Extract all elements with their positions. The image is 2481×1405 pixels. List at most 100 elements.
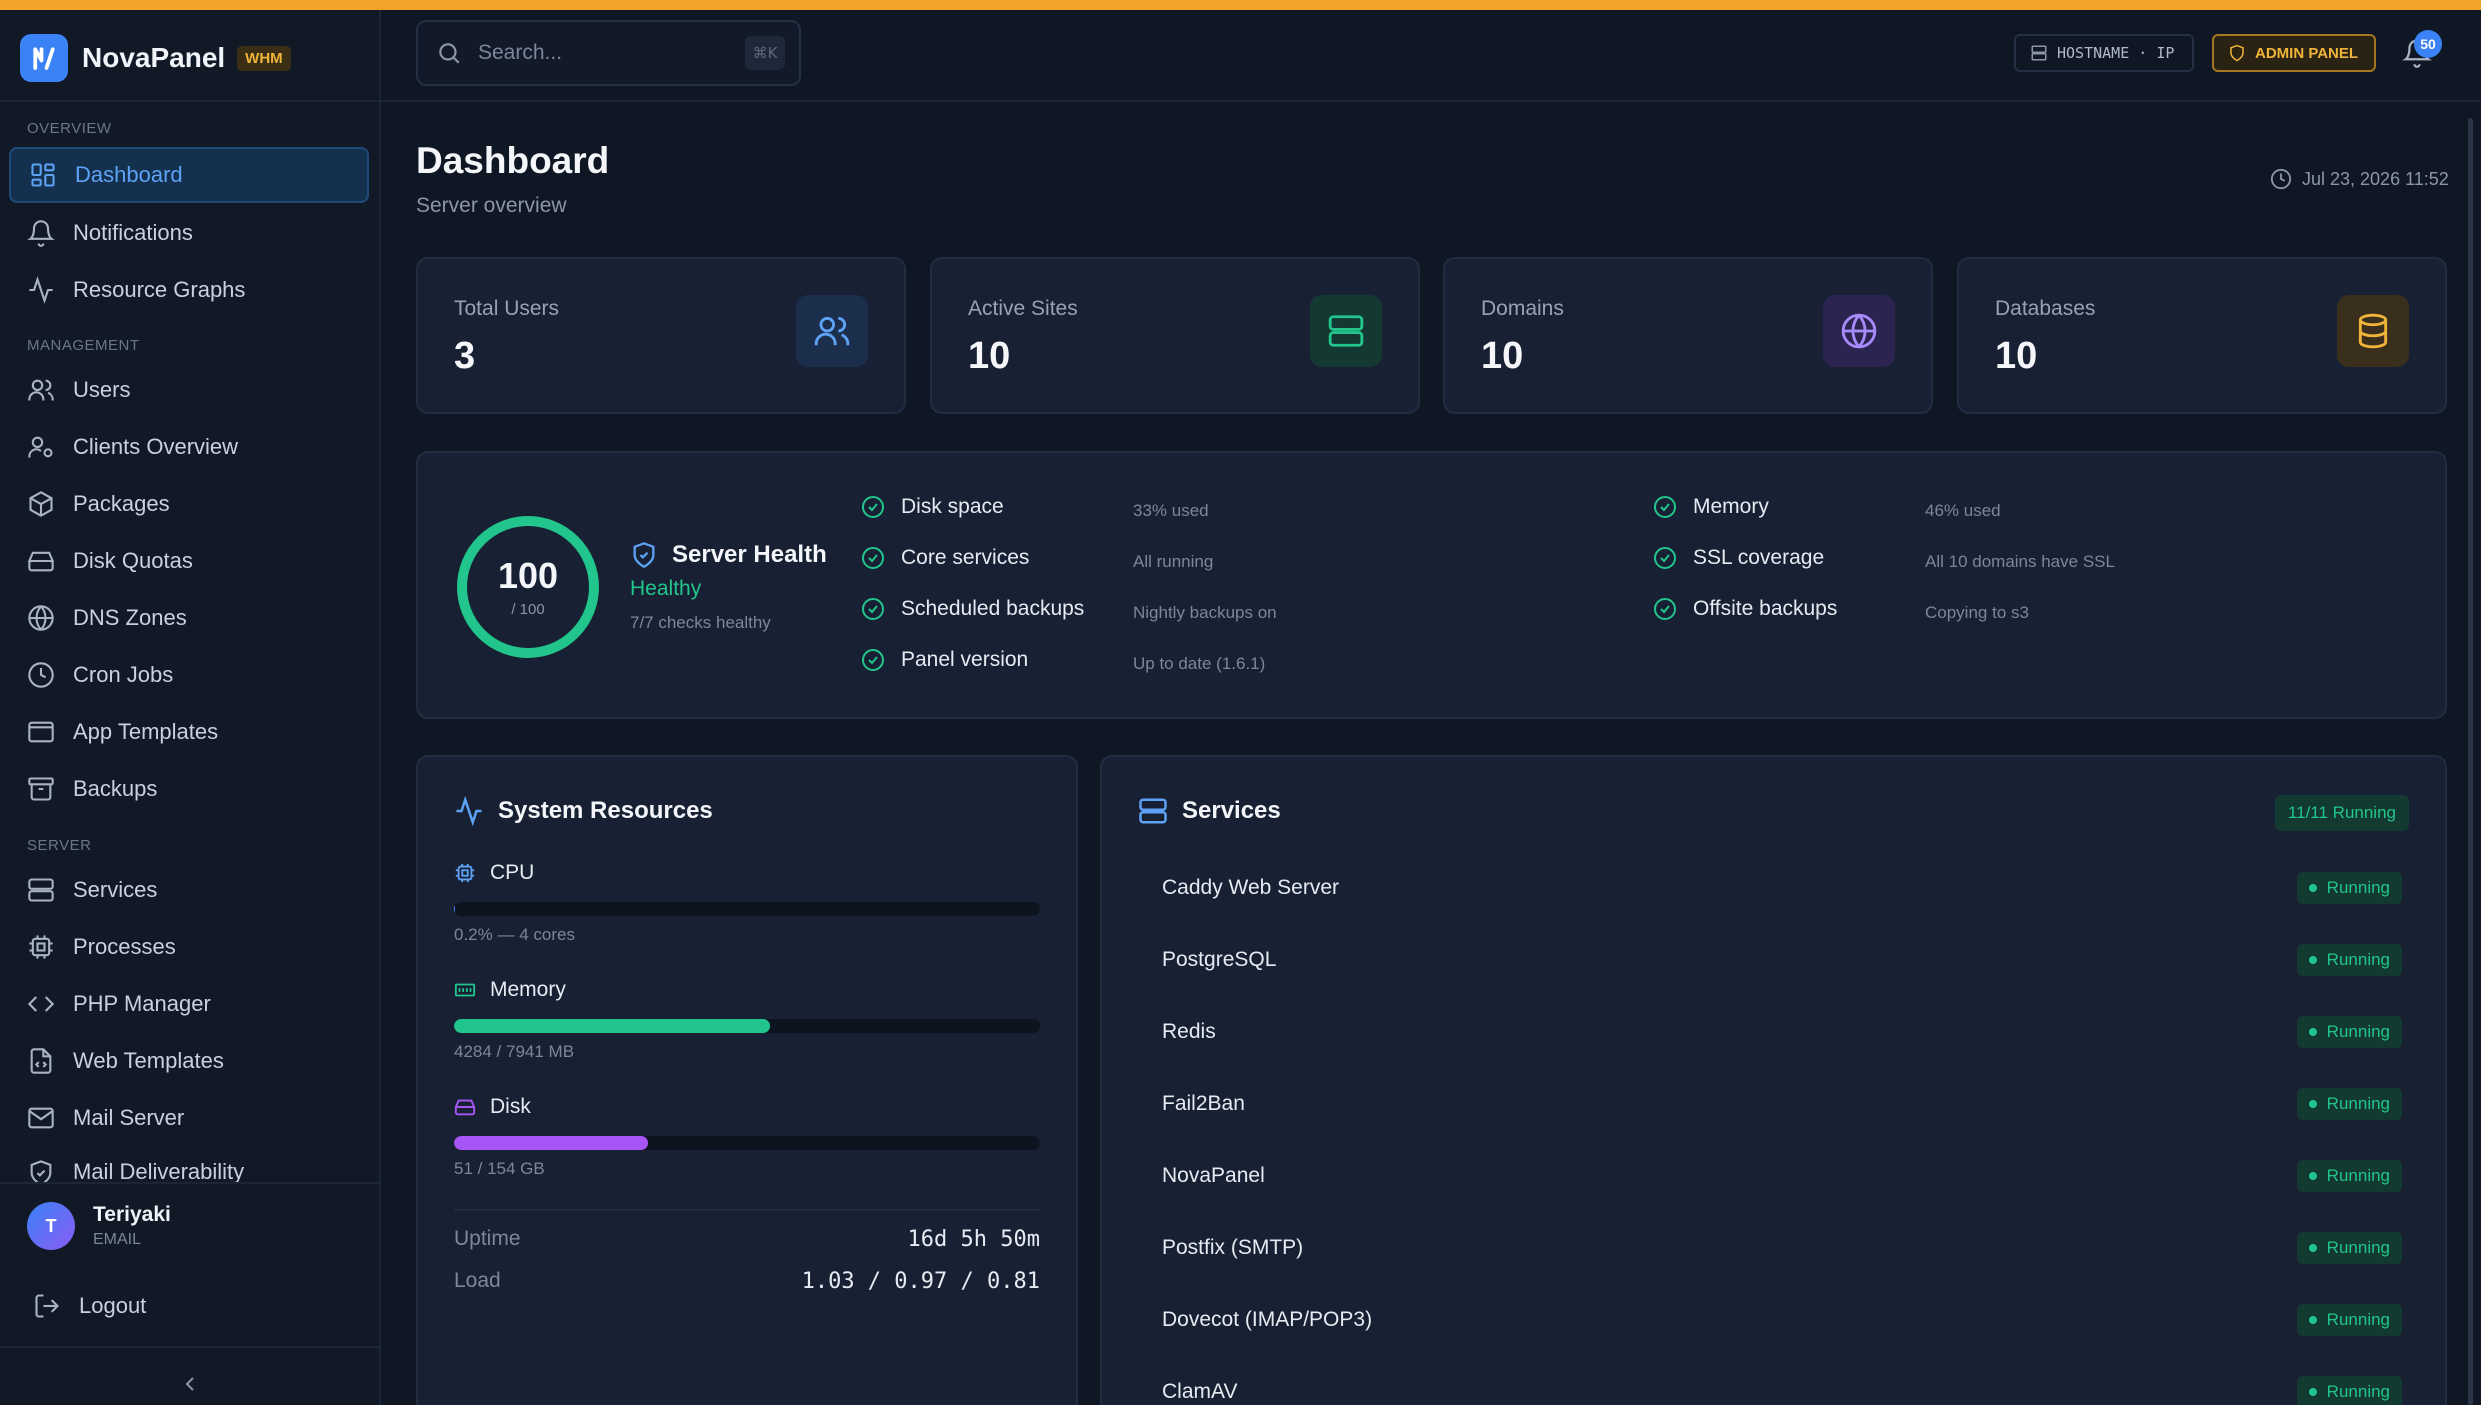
- sidebar-item-dashboard[interactable]: Dashboard: [9, 147, 369, 203]
- system-resources-card: System Resources CPU 0.2% — 4 cores Memo…: [416, 755, 1078, 1405]
- check-label: Scheduled backups: [901, 597, 1085, 620]
- globe-icon: [28, 605, 54, 631]
- shield-check-icon: [633, 542, 655, 568]
- sidebar-item-mail-server[interactable]: Mail Server: [9, 1090, 369, 1146]
- sidebar-item-dns-zones[interactable]: DNS Zones: [9, 590, 369, 646]
- sidebar-item-processes[interactable]: Processes: [9, 919, 369, 975]
- memory-meta: 4284 / 7941 MB: [454, 1042, 575, 1061]
- users-icon: [28, 379, 54, 401]
- check-circle-icon: [862, 598, 884, 620]
- service-name: Fail2Ban: [1162, 1092, 1245, 1115]
- disk-progress-bar: [454, 1136, 1040, 1150]
- check-label: SSL coverage: [1693, 546, 1825, 569]
- check-label: Memory: [1693, 495, 1769, 518]
- shield-icon: [2230, 44, 2244, 62]
- user-profile[interactable]: T Teriyaki EMAIL: [27, 1202, 171, 1250]
- cpu-label: CPU: [454, 861, 534, 885]
- sidebar-item-clients-overview[interactable]: Clients Overview: [9, 419, 369, 475]
- sidebar-item-backups[interactable]: Backups: [9, 761, 369, 817]
- sidebar-item-mail-deliverability[interactable]: Mail Deliverability: [9, 1147, 369, 1183]
- check-circle-icon: [862, 496, 884, 518]
- health-check-item: Offsite backups: [1653, 597, 1837, 621]
- check-detail: 46% used: [1925, 501, 2001, 520]
- service-row[interactable]: Postfix (SMTP) Running: [1162, 1223, 2402, 1273]
- stat-label: Databases: [1995, 297, 2096, 320]
- divider: [0, 1346, 381, 1348]
- service-row[interactable]: Caddy Web Server Running: [1162, 863, 2402, 913]
- page-scrollbar[interactable]: [2468, 118, 2473, 1405]
- sidebar-item-cron-jobs[interactable]: Cron Jobs: [9, 647, 369, 703]
- logout-button[interactable]: Logout: [33, 1292, 146, 1320]
- health-check-item: Memory: [1653, 495, 1769, 519]
- service-row[interactable]: Dovecot (IMAP/POP3) Running: [1162, 1295, 2402, 1345]
- service-row[interactable]: Fail2Ban Running: [1162, 1079, 2402, 1129]
- status-dot: [2308, 1100, 2317, 1108]
- sidebar-item-users[interactable]: Users: [9, 362, 369, 418]
- health-check-item: Core services: [861, 546, 1029, 570]
- stat-card-active-sites[interactable]: Active Sites 10: [930, 257, 1420, 414]
- status-text: Running: [2326, 1310, 2390, 1329]
- cpu-progress-fill: [454, 902, 456, 916]
- divider: [0, 1182, 381, 1184]
- service-name: NovaPanel: [1162, 1164, 1265, 1187]
- sidebar-item-label: PHP Manager: [73, 991, 211, 1016]
- sidebar-item-notifications[interactable]: Notifications: [9, 205, 369, 261]
- memory-progress-fill: [454, 1019, 770, 1033]
- status-dot: [2308, 884, 2317, 892]
- package-icon: [29, 491, 53, 517]
- load-label: Load: [454, 1269, 501, 1292]
- sidebar-item-label: App Templates: [73, 719, 219, 744]
- disk-meta: 51 / 154 GB: [454, 1159, 545, 1178]
- brand[interactable]: NovaPanel WHM: [20, 28, 291, 88]
- service-status-badge: Running: [2296, 1304, 2402, 1336]
- card-title: Services: [1138, 796, 1281, 826]
- service-row[interactable]: NovaPanel Running: [1162, 1151, 2402, 1201]
- brand-logo-icon: [20, 34, 68, 82]
- server-icon: [1310, 295, 1382, 367]
- search-input[interactable]: [478, 41, 718, 65]
- service-name: ClamAV: [1162, 1380, 1238, 1403]
- user-role: EMAIL: [93, 1231, 142, 1248]
- sidebar-item-web-templates[interactable]: Web Templates: [9, 1033, 369, 1089]
- cpu-progress-bar: [454, 902, 1040, 916]
- stat-label: Active Sites: [968, 297, 1078, 320]
- activity-icon: [456, 796, 482, 826]
- load-value: 1.03 / 0.97 / 0.81: [801, 1269, 1040, 1294]
- collapse-sidebar-chevron-left-icon[interactable]: [178, 1372, 202, 1396]
- service-status-badge: Running: [2296, 1088, 2402, 1120]
- stat-card-databases[interactable]: Databases 10: [1957, 257, 2447, 414]
- sidebar-item-label: Web Templates: [73, 1048, 224, 1073]
- stat-card-domains[interactable]: Domains 10: [1443, 257, 1933, 414]
- service-row[interactable]: Redis Running: [1162, 1007, 2402, 1057]
- check-detail: Nightly backups on: [1133, 603, 1277, 622]
- sidebar-item-php-manager[interactable]: PHP Manager: [9, 976, 369, 1032]
- sidebar-item-app-templates[interactable]: App Templates: [9, 704, 369, 760]
- sidebar-item-resource-graphs[interactable]: Resource Graphs: [9, 262, 369, 318]
- page-subtitle: Server overview: [416, 194, 567, 217]
- page-title: Dashboard: [416, 140, 610, 181]
- stat-card-total-users[interactable]: Total Users 3: [416, 257, 906, 414]
- search-bar[interactable]: ⌘K: [416, 20, 801, 86]
- card-title: System Resources: [454, 796, 713, 826]
- section-label-overview: OVERVIEW: [27, 120, 112, 137]
- hostname-chip[interactable]: HOSTNAME · IP: [2014, 34, 2194, 72]
- cpu-icon: [29, 935, 53, 959]
- sidebar-item-packages[interactable]: Packages: [9, 476, 369, 532]
- check-detail: All running: [1133, 552, 1214, 571]
- check-label: Panel version: [901, 648, 1029, 671]
- admin-panel-chip[interactable]: ADMIN PANEL: [2212, 34, 2376, 72]
- logout-icon: [35, 1294, 59, 1318]
- service-row[interactable]: ClamAV Running: [1162, 1367, 2402, 1405]
- current-datetime: Jul 23, 2026 11:52: [2270, 168, 2449, 190]
- health-check-item: Scheduled backups: [861, 597, 1084, 621]
- service-row[interactable]: PostgreSQL Running: [1162, 935, 2402, 985]
- sidebar-item-disk-quotas[interactable]: Disk Quotas: [9, 533, 369, 589]
- sidebar-item-label: Mail Server: [73, 1105, 185, 1130]
- clock-icon: [2270, 168, 2292, 190]
- status-dot: [2308, 1028, 2317, 1036]
- sidebar-item-label: DNS Zones: [73, 605, 187, 630]
- server-icon: [28, 878, 54, 902]
- service-status-badge: Running: [2296, 1376, 2402, 1405]
- service-status-badge: Running: [2296, 1160, 2402, 1192]
- sidebar-item-services[interactable]: Services: [9, 862, 369, 918]
